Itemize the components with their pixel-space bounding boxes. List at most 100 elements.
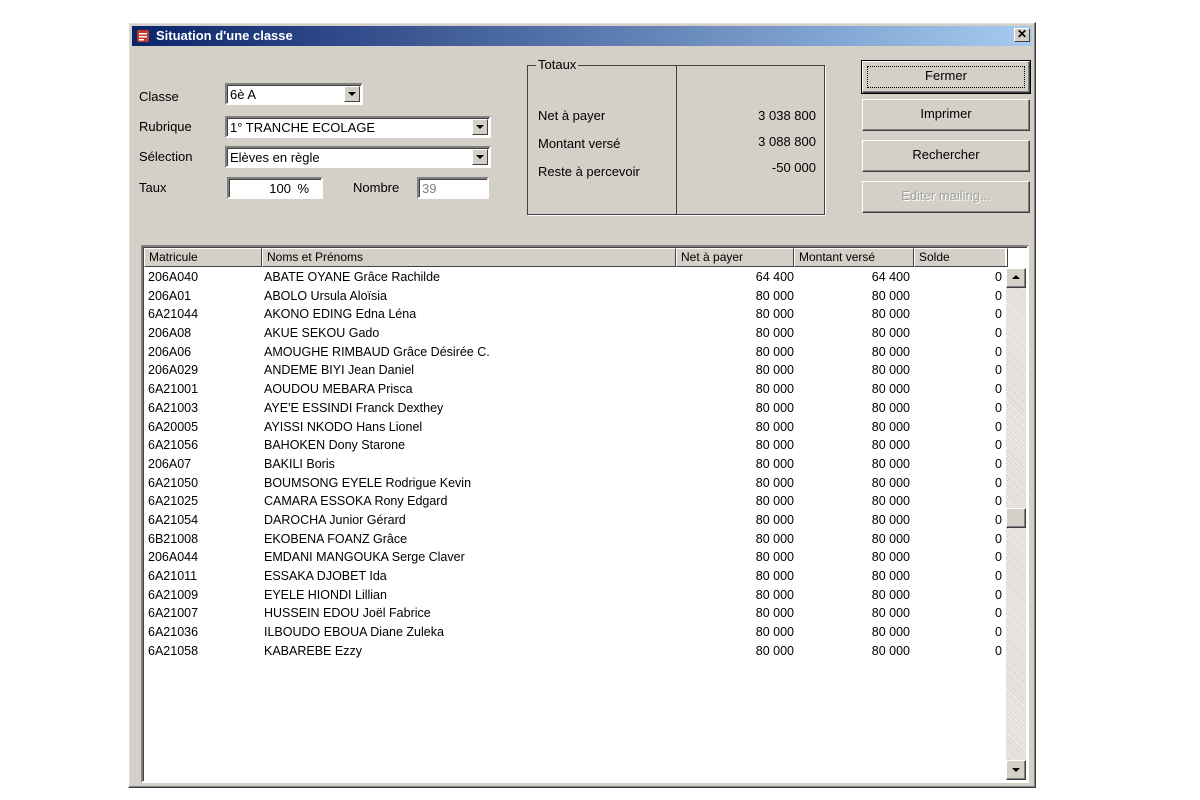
fermer-button[interactable]: Fermer bbox=[861, 60, 1031, 94]
montant-verse-cell: 80 000 bbox=[871, 550, 910, 565]
app-icon bbox=[137, 30, 149, 42]
students-list[interactable]: Matricule Noms et Prénoms Net à payer Mo… bbox=[141, 245, 1029, 783]
taux-unit: % bbox=[297, 181, 309, 196]
table-row[interactable]: 206A040 ABATE OYANE Grâce Rachilde 64 400 6… bbox=[144, 268, 1005, 287]
chevron-down-icon[interactable] bbox=[472, 119, 488, 135]
solde-cell: 0 bbox=[995, 288, 1002, 303]
taux-input[interactable]: 100 % bbox=[227, 177, 323, 199]
solde-cell: 0 bbox=[995, 625, 1002, 640]
nombre-label: Nombre bbox=[353, 180, 400, 195]
montant-verse-cell: 80 000 bbox=[871, 512, 910, 527]
solde-cell: 0 bbox=[995, 344, 1002, 359]
selection-label: Sélection bbox=[139, 149, 193, 164]
title-bar[interactable]: Situation d'une classe ✕ bbox=[132, 26, 1032, 46]
rubrique-label: Rubrique bbox=[139, 119, 192, 134]
focus-rect bbox=[867, 66, 1025, 88]
montant-verse-cell: 80 000 bbox=[871, 307, 910, 322]
list-header: Matricule Noms et Prénoms Net à payer Mo… bbox=[144, 248, 1008, 267]
rechercher-label: Rechercher bbox=[912, 147, 980, 162]
table-row[interactable]: 6B21008 EKOBENA FOANZ Grâce 80 000 80 000 0 bbox=[144, 530, 1005, 549]
matricule-cell: 6A20005 bbox=[148, 419, 199, 434]
solde-cell: 0 bbox=[995, 307, 1002, 322]
table-row[interactable]: 206A01 ABOLO Ursula Aloïsia 80 000 80 000 0 bbox=[144, 287, 1005, 306]
rechercher-button[interactable]: Rechercher bbox=[862, 140, 1030, 172]
matricule-cell: 6A21058 bbox=[148, 643, 199, 658]
column-header-matricule[interactable]: Matricule bbox=[144, 248, 262, 267]
solde-cell: 0 bbox=[995, 550, 1002, 565]
matricule-cell: 6A21001 bbox=[148, 382, 199, 397]
column-header-solde[interactable]: Solde bbox=[914, 248, 1008, 267]
montant-verse-cell: 80 000 bbox=[871, 382, 910, 397]
matricule-cell: 6A21007 bbox=[148, 606, 199, 621]
name-cell: AKONO EDING Edna Léna bbox=[264, 307, 417, 322]
name-cell: ABOLO Ursula Aloïsia bbox=[264, 288, 387, 303]
taux-label: Taux bbox=[139, 180, 167, 195]
matricule-cell: 206A040 bbox=[148, 270, 199, 284]
selection-value: Elèves en règle bbox=[230, 150, 320, 165]
solde-cell: 0 bbox=[995, 382, 1002, 397]
net-a-payer-cell: 80 000 bbox=[755, 419, 794, 434]
net-a-payer-cell: 80 000 bbox=[755, 326, 794, 341]
vertical-scrollbar[interactable] bbox=[1006, 268, 1026, 780]
solde-cell: 0 bbox=[995, 475, 1002, 490]
nombre-field: 39 bbox=[417, 177, 489, 199]
solde-cell: 0 bbox=[995, 363, 1002, 378]
selection-combo[interactable]: Elèves en règle bbox=[225, 146, 491, 168]
solde-cell: 0 bbox=[995, 643, 1002, 658]
column-header-montant-verse[interactable]: Montant versé bbox=[794, 248, 914, 267]
table-row[interactable]: 6A21003 AYE'E ESSINDI Franck Dexthey 80 00… bbox=[144, 399, 1005, 418]
name-cell: AYISSI NKODO Hans Lionel bbox=[264, 419, 423, 434]
matricule-cell: 6A21009 bbox=[148, 587, 199, 602]
scroll-up-icon[interactable] bbox=[1006, 268, 1026, 288]
table-row[interactable]: 6A21044 AKONO EDING Edna Léna 80 000 80 000… bbox=[144, 305, 1005, 324]
table-row[interactable]: 6A21036 ILBOUDO EBOUA Diane Zuleka 80 000 8… bbox=[144, 623, 1005, 642]
rubrique-value: 1° TRANCHE ECOLAGE bbox=[230, 120, 376, 135]
table-row[interactable]: 6A21011 ESSAKA DJOBET Ida 80 000 80 000 0 bbox=[144, 567, 1005, 586]
table-row[interactable]: 6A21056 BAHOKEN Dony Starone 80 000 80 000 0 bbox=[144, 436, 1005, 455]
table-row[interactable]: 6A21007 HUSSEIN EDOU Joël Fabrice 80 000 80… bbox=[144, 604, 1005, 623]
table-row[interactable]: 206A07 BAKILI Boris 80 000 80 000 0 bbox=[144, 455, 1005, 474]
net-a-payer-cell: 80 000 bbox=[755, 625, 794, 640]
scroll-thumb[interactable] bbox=[1006, 508, 1026, 528]
montant-verse-cell: 80 000 bbox=[871, 625, 910, 640]
name-cell: HUSSEIN EDOU Joël Fabrice bbox=[264, 606, 431, 621]
chevron-down-icon[interactable] bbox=[472, 149, 488, 165]
table-row[interactable]: 6A20005 AYISSI NKODO Hans Lionel 80 000 80 … bbox=[144, 418, 1005, 437]
net-a-payer-cell: 80 000 bbox=[755, 494, 794, 509]
matricule-cell: 6A21056 bbox=[148, 438, 199, 453]
column-header-noms[interactable]: Noms et Prénoms bbox=[262, 248, 676, 267]
table-row[interactable]: 6A21001 AOUDOU MEBARA Prisca 80 000 80 000 0 bbox=[144, 380, 1005, 399]
net-a-payer-cell: 80 000 bbox=[755, 344, 794, 359]
name-cell: AOUDOU MEBARA Prisca bbox=[264, 382, 413, 397]
montant-verse-cell: 80 000 bbox=[871, 643, 910, 658]
table-row[interactable]: 6A21054 DAROCHA Junior Gérard 80 000 80 000… bbox=[144, 511, 1005, 530]
net-a-payer-cell: 80 000 bbox=[755, 363, 794, 378]
table-row[interactable]: 6A21050 BOUMSONG EYELE Rodrigue Kevin 80 0… bbox=[144, 474, 1005, 493]
chevron-down-icon[interactable] bbox=[344, 86, 360, 102]
close-button[interactable]: ✕ bbox=[1014, 28, 1030, 42]
table-row[interactable]: 206A08 AKUE SEKOU Gado 80 000 80 000 0 bbox=[144, 324, 1005, 343]
situation-classe-window: Situation d'une classe ✕ Classe 6è A Rub… bbox=[128, 22, 1036, 788]
solde-cell: 0 bbox=[995, 569, 1002, 583]
table-row[interactable]: 206A06 AMOUGHE RIMBAUD Grâce Désirée C. 80… bbox=[144, 343, 1005, 362]
matricule-cell: 206A029 bbox=[148, 363, 199, 378]
name-cell: ANDEME BIYI Jean Daniel bbox=[264, 363, 415, 378]
montant-verse-cell: 80 000 bbox=[871, 400, 910, 415]
solde-cell: 0 bbox=[995, 494, 1002, 509]
table-row[interactable]: 6A21025 CAMARA ESSOKA Rony Edgard 80 000 80… bbox=[144, 492, 1005, 511]
table-row[interactable]: 206A044 EMDANI MANGOUKA Serge Claver 80 00… bbox=[144, 548, 1005, 567]
table-row[interactable]: 206A029 ANDEME BIYI Jean Daniel 80 000 80 0… bbox=[144, 361, 1005, 380]
table-row[interactable]: 6A21058 KABAREBE Ezzy 80 000 80 000 0 bbox=[144, 642, 1005, 661]
column-header-net-a-payer[interactable]: Net à payer bbox=[676, 248, 794, 267]
matricule-cell: 206A044 bbox=[148, 550, 199, 565]
name-cell: BOUMSONG EYELE Rodrigue Kevin bbox=[264, 475, 472, 490]
classe-value: 6è A bbox=[230, 87, 257, 102]
rubrique-combo[interactable]: 1° TRANCHE ECOLAGE bbox=[225, 116, 491, 138]
imprimer-button[interactable]: Imprimer bbox=[862, 99, 1030, 131]
montant-verse-label: Montant versé bbox=[538, 136, 621, 151]
classe-combo[interactable]: 6è A bbox=[225, 83, 363, 105]
scroll-down-icon[interactable] bbox=[1006, 760, 1026, 780]
table-row[interactable]: 6A21009 EYELE HIONDI Lillian 80 000 80 000 0 bbox=[144, 586, 1005, 605]
montant-verse-cell: 64 400 bbox=[871, 270, 910, 284]
taux-value: 100 bbox=[269, 181, 291, 196]
